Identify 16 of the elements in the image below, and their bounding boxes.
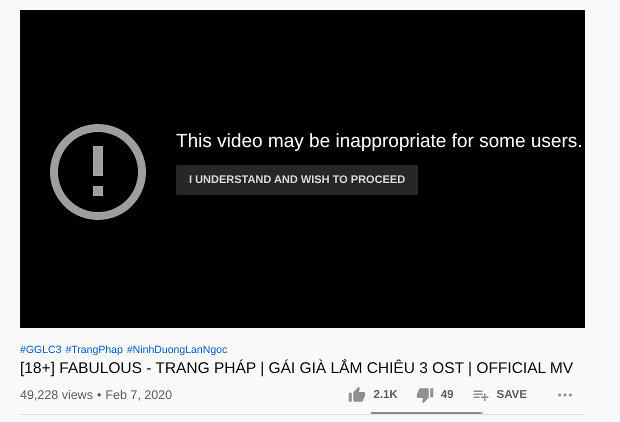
view-count: 49,228 views xyxy=(20,388,93,402)
upload-date: Feb 7, 2020 xyxy=(105,388,172,402)
separator-dot: • xyxy=(96,388,102,402)
warning-message: This video may be inappropriate for some users. xyxy=(176,131,583,153)
dislike-button[interactable]: 49 xyxy=(412,384,458,406)
more-icon xyxy=(557,392,573,398)
thumbs-up-icon xyxy=(348,386,366,404)
save-button[interactable]: SAVE xyxy=(468,384,531,406)
warning-icon xyxy=(48,122,148,222)
hashtag-link[interactable]: #TrangPhap xyxy=(65,344,123,356)
like-button[interactable]: 2.1K xyxy=(344,384,402,406)
hashtag-link[interactable]: #GGLC3 xyxy=(20,344,62,356)
hashtag-link[interactable]: #NinhDuongLanNgoc xyxy=(126,344,228,356)
proceed-button[interactable]: I UNDERSTAND AND WISH TO PROCEED xyxy=(176,165,418,195)
video-title: [18+] FABULOUS - TRANG PHÁP | GÁI GIÀ LẮM CHIÊU 3 OST | OFFICIAL MV xyxy=(20,360,574,378)
thumbs-down-icon xyxy=(416,386,434,404)
